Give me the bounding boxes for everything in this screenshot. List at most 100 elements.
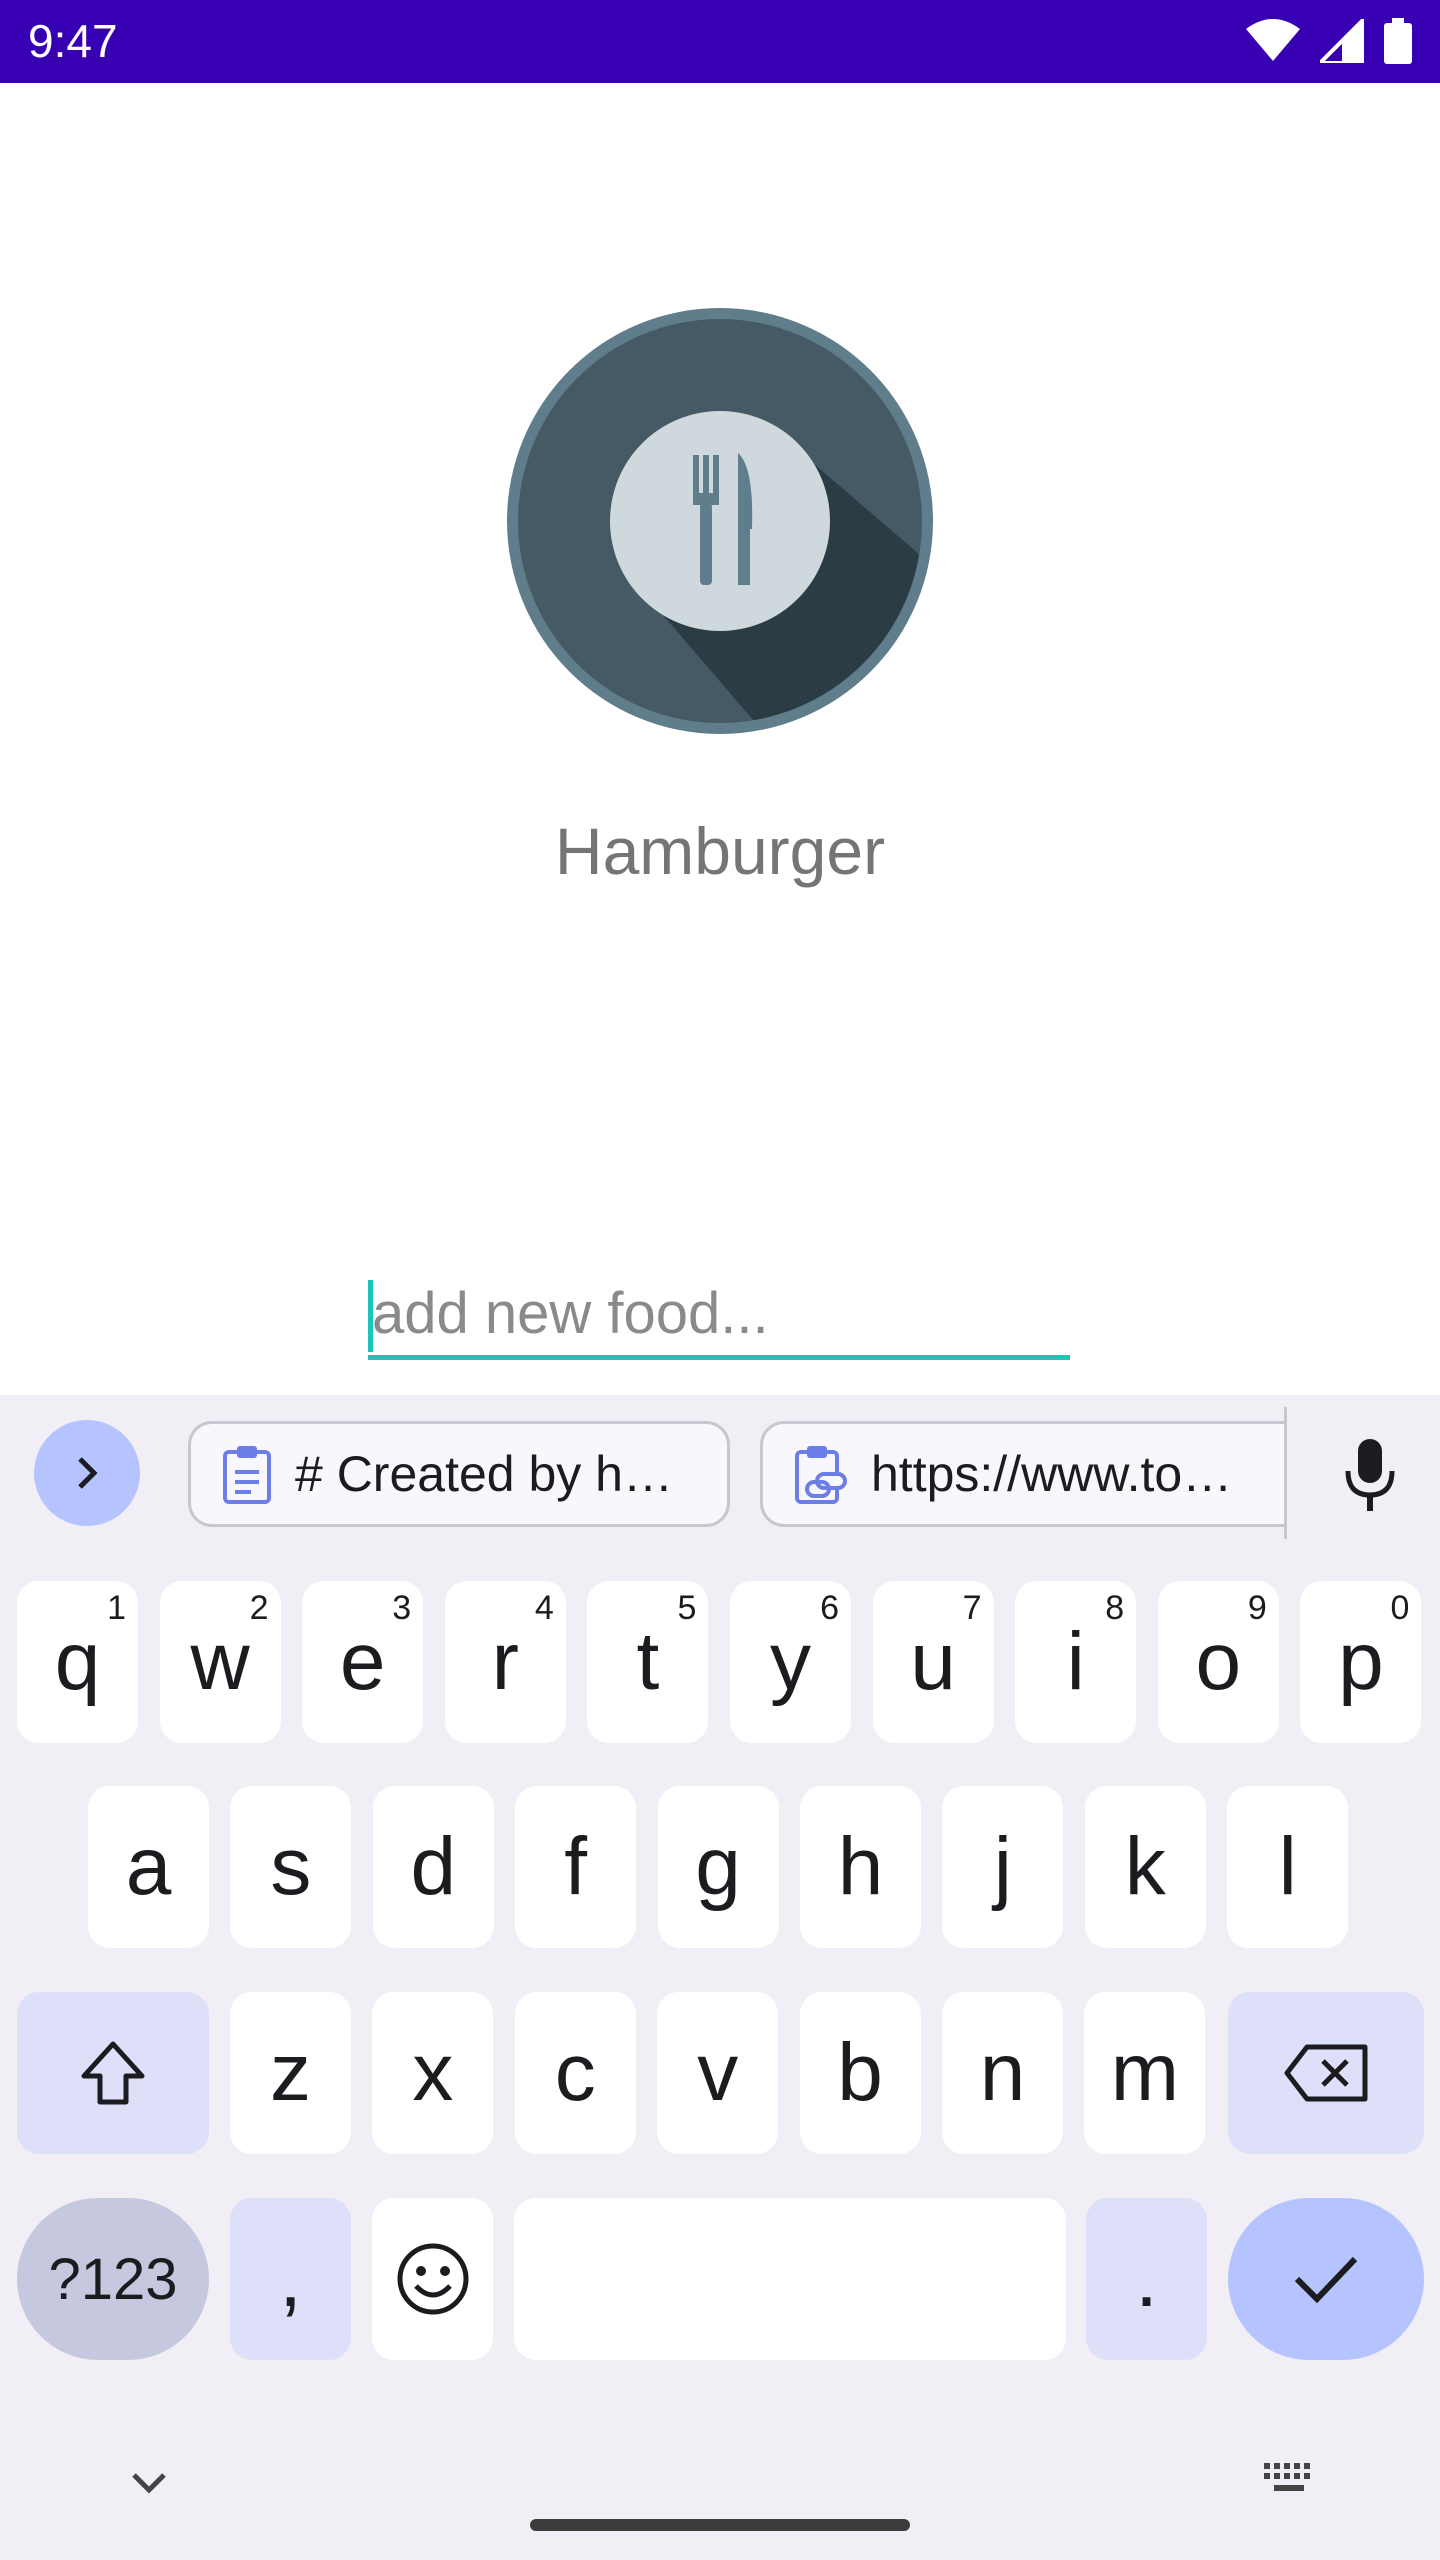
- key-e-hint: 3: [392, 1589, 412, 1627]
- hide-keyboard-button[interactable]: [126, 2459, 172, 2510]
- key-i[interactable]: i8: [1015, 1581, 1137, 1743]
- status-bar: 9:47: [0, 0, 1440, 83]
- chevron-right-icon: [78, 1457, 98, 1489]
- key-k[interactable]: k: [1084, 1786, 1206, 1948]
- status-time: 9:47: [28, 15, 118, 67]
- key-h-label: h: [837, 1821, 884, 1912]
- key-c[interactable]: c: [514, 1992, 636, 2154]
- key-b-label: b: [837, 2027, 883, 2118]
- key-f-label: f: [564, 1821, 588, 1912]
- key-p-hint: 0: [1390, 1589, 1410, 1627]
- soft-keyboard: # Created by h… https://www.to… q1w2e3r4…: [0, 1395, 1440, 2560]
- key-x[interactable]: x: [372, 1992, 494, 2154]
- key-q[interactable]: q1: [17, 1581, 138, 1743]
- key-v[interactable]: v: [657, 1992, 779, 2154]
- shift-key[interactable]: [17, 1992, 209, 2154]
- key-x-label: x: [412, 2027, 454, 2118]
- key-d-label: d: [410, 1821, 457, 1912]
- key-t-hint: 5: [677, 1589, 697, 1627]
- key-p[interactable]: p0: [1300, 1581, 1422, 1743]
- keyboard-suggestion-strip: # Created by h… https://www.to…: [0, 1395, 1440, 1555]
- key-y[interactable]: y6: [730, 1581, 851, 1743]
- key-y-hint: 6: [820, 1589, 839, 1627]
- key-u[interactable]: u7: [872, 1581, 994, 1743]
- clipboard-chip-2-text: https://www.to…: [871, 1446, 1233, 1502]
- key-p-label: p: [1338, 1616, 1384, 1707]
- key-n-label: n: [979, 2027, 1026, 2118]
- key-i-label: i: [1066, 1616, 1085, 1707]
- navigation-bar: [0, 2415, 1440, 2560]
- key-r-label: r: [491, 1616, 519, 1707]
- keyboard-icon: [1264, 2463, 1310, 2491]
- shift-icon: [81, 2041, 145, 2105]
- key-l-label: l: [1278, 1821, 1297, 1912]
- status-icons: [1246, 14, 1412, 69]
- key-g-label: g: [695, 1821, 741, 1912]
- period-key[interactable]: .: [1086, 2198, 1207, 2360]
- home-gesture-bar[interactable]: [530, 2519, 910, 2531]
- backspace-icon: [1284, 2044, 1368, 2102]
- suggestion-divider: [1284, 1407, 1287, 1539]
- signal-icon: [1315, 14, 1366, 68]
- key-m[interactable]: m: [1084, 1992, 1206, 2154]
- text-cursor: [368, 1280, 373, 1352]
- key-y-label: y: [770, 1616, 811, 1707]
- clipboard-link-icon: [793, 1444, 849, 1504]
- comma-key[interactable]: ,: [230, 2198, 351, 2360]
- key-j-label: j: [993, 1821, 1012, 1912]
- space-key[interactable]: [514, 2198, 1066, 2360]
- voice-input-button[interactable]: [1330, 1435, 1410, 1515]
- clipboard-chip-1[interactable]: # Created by h…: [188, 1421, 730, 1527]
- key-n[interactable]: n: [942, 1992, 1063, 2154]
- key-q-hint: 1: [107, 1589, 126, 1627]
- backspace-key[interactable]: [1228, 1992, 1424, 2154]
- key-d[interactable]: d: [372, 1786, 494, 1948]
- key-w-hint: 2: [249, 1589, 269, 1627]
- key-w[interactable]: w2: [159, 1581, 281, 1743]
- key-v-label: v: [697, 2027, 739, 2118]
- battery-icon: [1384, 18, 1412, 69]
- key-o-label: o: [1195, 1616, 1242, 1707]
- key-m-label: m: [1110, 2027, 1180, 2118]
- emoji-key[interactable]: [372, 2198, 493, 2360]
- symbols-key[interactable]: ?123: [17, 2198, 209, 2360]
- key-r[interactable]: r4: [444, 1581, 566, 1743]
- microphone-icon: [1345, 1439, 1395, 1511]
- keyboard-switcher-button[interactable]: [1262, 2459, 1318, 2510]
- key-h[interactable]: h: [800, 1786, 921, 1948]
- key-w-label: w: [190, 1616, 250, 1707]
- emoji-icon: [397, 2243, 468, 2315]
- new-food-input-container: [368, 1270, 1070, 1360]
- key-q-label: q: [54, 1616, 101, 1707]
- wifi-icon: [1246, 19, 1300, 68]
- key-u-label: u: [910, 1616, 956, 1707]
- key-u-hint: 7: [962, 1589, 982, 1627]
- key-s-label: s: [270, 1821, 312, 1912]
- key-t-label: t: [636, 1616, 660, 1707]
- food-avatar: [506, 307, 934, 735]
- clipboard-chip-1-text: # Created by h…: [295, 1446, 673, 1502]
- key-k-label: k: [1124, 1821, 1166, 1912]
- clipboard-chip-2[interactable]: https://www.to…: [760, 1421, 1284, 1527]
- key-o-hint: 9: [1247, 1589, 1267, 1627]
- key-c-label: c: [554, 2027, 596, 2118]
- key-g[interactable]: g: [657, 1786, 779, 1948]
- key-b[interactable]: b: [799, 1992, 921, 2154]
- key-z-label: z: [270, 2027, 311, 2118]
- key-j[interactable]: j: [942, 1786, 1064, 1948]
- key-l[interactable]: l: [1227, 1786, 1349, 1948]
- key-s[interactable]: s: [230, 1786, 352, 1948]
- key-a[interactable]: a: [88, 1786, 209, 1948]
- key-t[interactable]: t5: [587, 1581, 709, 1743]
- key-e[interactable]: e3: [302, 1581, 424, 1743]
- chevron-down-icon: [132, 2473, 166, 2494]
- key-r-hint: 4: [534, 1589, 554, 1627]
- done-key[interactable]: [1228, 2198, 1424, 2360]
- keyboard-expand-button[interactable]: [34, 1420, 140, 1526]
- clipboard-icon: [221, 1444, 273, 1504]
- key-o[interactable]: o9: [1157, 1581, 1279, 1743]
- key-f[interactable]: f: [515, 1786, 637, 1948]
- new-food-input[interactable]: [368, 1270, 1070, 1356]
- key-z[interactable]: z: [230, 1992, 351, 2154]
- key-a-label: a: [125, 1821, 172, 1912]
